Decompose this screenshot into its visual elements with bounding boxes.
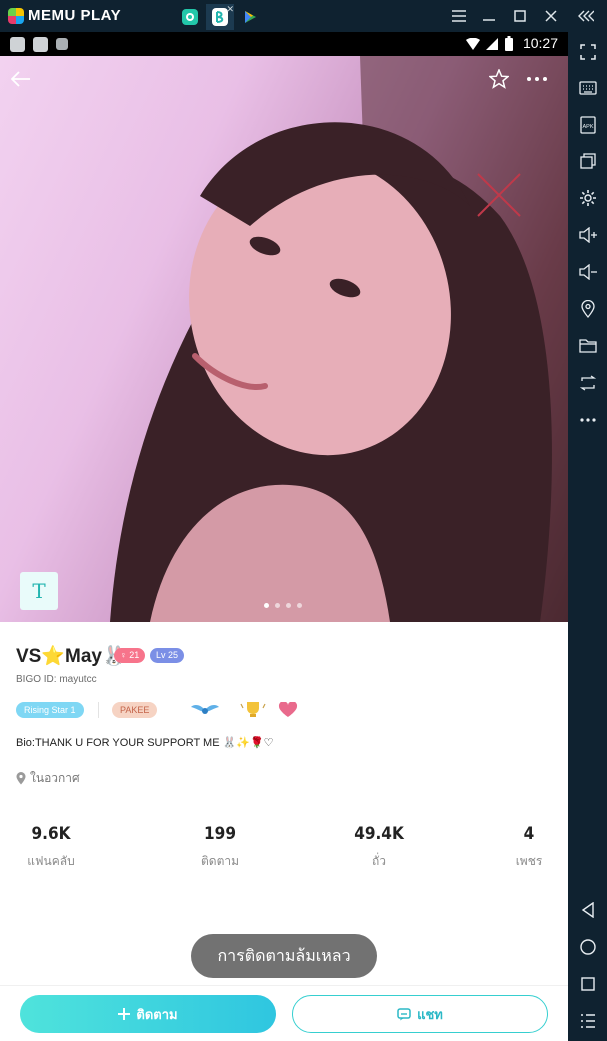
maximize-icon[interactable] bbox=[508, 4, 532, 28]
chat-bubble-icon bbox=[397, 1007, 411, 1020]
notification-avatar-icon-2 bbox=[33, 37, 48, 52]
menu-icon[interactable] bbox=[447, 4, 471, 28]
keyboard-icon[interactable] bbox=[574, 74, 602, 102]
location-pin-icon bbox=[16, 772, 26, 785]
follow-button-label: ติดตาม bbox=[136, 1007, 178, 1023]
battery-icon bbox=[505, 36, 513, 51]
home-icon[interactable] bbox=[574, 933, 602, 961]
signal-icon bbox=[486, 38, 498, 50]
photo-pager bbox=[264, 603, 302, 608]
pager-dot bbox=[264, 603, 269, 608]
wifi-icon bbox=[466, 38, 480, 50]
stat-diamonds[interactable]: 4 เพชร bbox=[484, 824, 568, 871]
minimize-icon[interactable] bbox=[477, 4, 501, 28]
stat-fans[interactable]: 9.6K แฟนคลับ bbox=[6, 824, 96, 871]
trophy-badge-icon[interactable] bbox=[238, 700, 268, 718]
emulator-toolbar: APK bbox=[568, 32, 607, 1041]
bio-text: Bio:THANK U FOR YOUR SUPPORT ME 🐰✨🌹♡ bbox=[16, 737, 274, 749]
more-icon[interactable] bbox=[574, 406, 602, 434]
recents-icon[interactable] bbox=[574, 970, 602, 998]
profile-photo-art bbox=[110, 56, 568, 622]
clock: 10:27 bbox=[522, 35, 558, 51]
pakee-badge[interactable]: PAKEE bbox=[112, 702, 158, 718]
tab-app-green[interactable] bbox=[176, 4, 204, 30]
location-row: ในอวกาศ bbox=[16, 769, 80, 788]
notification-app-icon bbox=[56, 38, 68, 50]
emulator-titlebar: MEMU PLAY ✕ bbox=[0, 0, 607, 32]
notification-avatar-icon bbox=[10, 37, 25, 52]
follow-button[interactable]: ติดตาม bbox=[20, 995, 276, 1033]
back-icon[interactable] bbox=[574, 896, 602, 924]
apk-icon[interactable]: APK bbox=[574, 111, 602, 139]
multi-window-icon[interactable] bbox=[574, 147, 602, 175]
pager-dot bbox=[297, 603, 302, 608]
tab-close-icon[interactable]: ✕ bbox=[226, 6, 234, 15]
stat-beans[interactable]: 49.4K ถั่ว bbox=[334, 824, 424, 871]
stat-label: เพชร bbox=[515, 854, 543, 868]
memu-logo: MEMU PLAY bbox=[8, 7, 121, 24]
wings-badge-icon[interactable] bbox=[190, 702, 220, 718]
level-badge: Lv 25 bbox=[150, 648, 185, 663]
app-icon-green bbox=[182, 9, 198, 25]
volume-down-icon[interactable] bbox=[574, 258, 602, 286]
bigo-id: BIGO ID: mayutcc bbox=[16, 674, 97, 685]
close-icon[interactable] bbox=[539, 4, 563, 28]
age-badge: ♀ 21 bbox=[114, 648, 146, 663]
back-arrow-icon[interactable] bbox=[4, 62, 38, 96]
profile-photo[interactable]: T bbox=[0, 56, 568, 622]
stat-value: 4 bbox=[523, 824, 535, 844]
plus-icon bbox=[118, 1008, 131, 1020]
stat-label: แฟนคลับ bbox=[27, 854, 75, 868]
collapse-icon[interactable] bbox=[574, 4, 598, 28]
brand-text: MEMU PLAY bbox=[28, 7, 122, 24]
stat-value: 199 bbox=[204, 824, 236, 844]
stat-following[interactable]: 199 ติดตาม bbox=[175, 824, 265, 871]
location-text: ในอวกาศ bbox=[30, 771, 80, 785]
age-value: 21 bbox=[129, 650, 140, 660]
sync-icon[interactable] bbox=[574, 369, 602, 397]
fullscreen-icon[interactable] bbox=[574, 38, 602, 66]
heart-badge-icon[interactable] bbox=[278, 701, 298, 718]
badge-divider bbox=[98, 702, 99, 718]
chat-button-label: แชท bbox=[417, 1007, 443, 1023]
location-icon[interactable] bbox=[574, 295, 602, 323]
status-bar: 10:27 bbox=[0, 32, 568, 56]
play-store-icon bbox=[245, 11, 256, 23]
tab-play-store[interactable] bbox=[236, 4, 264, 30]
tab-app-bigo[interactable]: ✕ bbox=[206, 4, 234, 30]
pager-dot bbox=[286, 603, 291, 608]
action-bar: ติดตาม แชท bbox=[0, 985, 568, 1041]
volume-up-icon[interactable] bbox=[574, 221, 602, 249]
folder-icon[interactable] bbox=[574, 332, 602, 360]
rising-star-badge[interactable]: Rising Star 1 bbox=[16, 702, 84, 718]
stat-value: 9.6K bbox=[31, 824, 71, 844]
translate-badge[interactable]: T bbox=[20, 572, 58, 610]
more-options-icon[interactable] bbox=[520, 62, 554, 96]
profile-name: VS⭐May🐰 bbox=[16, 646, 126, 667]
toast-message: การติดตามล้มเหลว bbox=[191, 934, 377, 978]
list-icon[interactable] bbox=[574, 1007, 602, 1035]
stat-label: ถั่ว bbox=[371, 854, 386, 868]
svg-text:APK: APK bbox=[582, 124, 593, 130]
memu-logo-icon bbox=[8, 7, 24, 24]
star-icon[interactable] bbox=[482, 62, 516, 96]
android-screen: 10:27 T VS⭐May🐰 ♀ 21 Lv 25 BIGO ID: mayu… bbox=[0, 32, 568, 1041]
settings-icon[interactable] bbox=[574, 184, 602, 212]
chat-button[interactable]: แชท bbox=[292, 995, 548, 1033]
gender-icon: ♀ bbox=[120, 650, 130, 660]
stat-label: ติดตาม bbox=[200, 854, 240, 868]
stat-value: 49.4K bbox=[354, 824, 404, 844]
pager-dot bbox=[275, 603, 280, 608]
